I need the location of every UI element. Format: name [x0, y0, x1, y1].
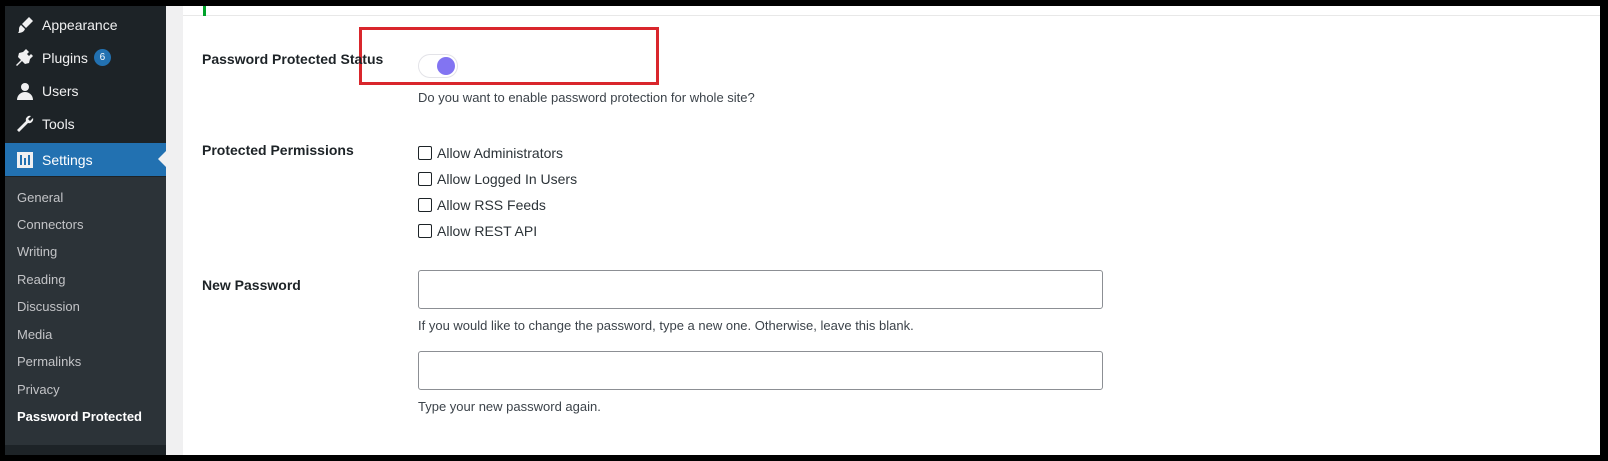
window-frame: Appearance Plugins 6 Users Tools Setting…	[5, 6, 1600, 455]
status-description: Do you want to enable password protectio…	[418, 90, 755, 105]
menu-label: Plugins	[42, 49, 88, 66]
allow-administrators-checkbox[interactable]	[418, 146, 432, 160]
checkbox-label: Allow RSS Feeds	[437, 197, 546, 213]
allow-rss-feeds-checkbox[interactable]	[418, 198, 432, 212]
paintbrush-icon	[15, 15, 35, 35]
plug-icon	[15, 48, 35, 68]
allow-logged-in-users-option[interactable]: Allow Logged In Users	[418, 171, 577, 187]
submenu-privacy[interactable]: Privacy	[17, 382, 60, 397]
menu-tools[interactable]: Tools	[5, 107, 166, 140]
submenu-password-protected[interactable]: Password Protected	[17, 409, 142, 424]
submenu-permalinks[interactable]: Permalinks	[17, 354, 81, 369]
settings-content: Password Protected Status Do you want to…	[183, 6, 1600, 455]
toggle-knob	[437, 57, 455, 75]
admin-notice	[183, 6, 1600, 16]
allow-rest-api-checkbox[interactable]	[418, 224, 432, 238]
allow-rss-feeds-option[interactable]: Allow RSS Feeds	[418, 197, 546, 213]
permissions-label: Protected Permissions	[202, 142, 354, 158]
checkbox-label: Allow REST API	[437, 223, 538, 239]
menu-label: Appearance	[42, 16, 118, 33]
new-password-description: If you would like to change the password…	[418, 318, 914, 333]
menu-settings[interactable]: Settings	[5, 143, 166, 176]
menu-users[interactable]: Users	[5, 74, 166, 107]
wrench-icon	[15, 114, 35, 134]
new-password-label: New Password	[202, 277, 301, 293]
settings-submenu: General Connectors Writing Reading Discu…	[5, 177, 166, 445]
menu-label: Settings	[42, 151, 93, 168]
highlight-box	[359, 27, 659, 85]
menu-label: Tools	[42, 115, 75, 132]
menu-appearance[interactable]: Appearance	[5, 8, 166, 41]
allow-logged-in-users-checkbox[interactable]	[418, 172, 432, 186]
admin-sidebar: Appearance Plugins 6 Users Tools Setting…	[5, 6, 166, 455]
confirm-password-input[interactable]	[418, 351, 1103, 390]
menu-label: Users	[42, 82, 79, 99]
menu-plugins[interactable]: Plugins 6	[5, 41, 166, 74]
confirm-password-description: Type your new password again.	[418, 399, 601, 414]
user-icon	[15, 81, 35, 101]
submenu-reading[interactable]: Reading	[17, 272, 65, 287]
submenu-writing[interactable]: Writing	[17, 244, 57, 259]
submenu-general[interactable]: General	[17, 190, 63, 205]
checkbox-label: Allow Logged In Users	[437, 171, 578, 187]
allow-rest-api-option[interactable]: Allow REST API	[418, 223, 537, 239]
submenu-discussion[interactable]: Discussion	[17, 299, 80, 314]
checkbox-label: Allow Administrators	[437, 145, 564, 161]
plugins-update-badge: 6	[93, 49, 111, 66]
submenu-media[interactable]: Media	[17, 327, 52, 342]
sliders-icon	[15, 150, 35, 170]
new-password-input[interactable]	[418, 270, 1103, 309]
status-label: Password Protected Status	[202, 51, 384, 67]
submenu-connectors[interactable]: Connectors	[17, 217, 83, 232]
allow-administrators-option[interactable]: Allow Administrators	[418, 145, 563, 161]
password-protected-status-toggle[interactable]	[418, 54, 458, 78]
